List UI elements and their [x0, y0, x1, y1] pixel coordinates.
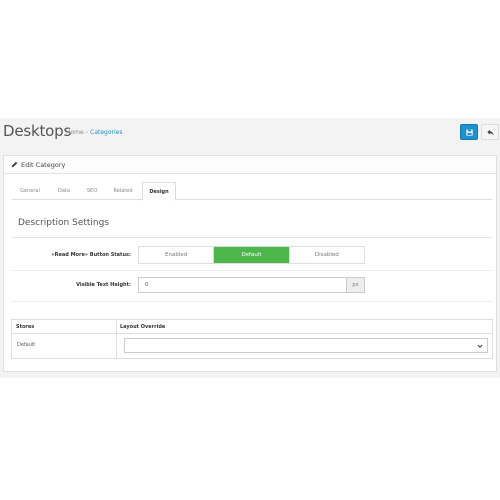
tab-related[interactable]: Related [104, 182, 142, 200]
pencil-icon [11, 161, 18, 168]
chevron-down-icon [477, 344, 483, 348]
row-divider [12, 270, 492, 271]
breadcrumb: Home › Categories [66, 129, 122, 136]
read-more-enabled-button[interactable]: Enabled [139, 247, 215, 263]
tab-bar: General Data SEO Related Design [12, 182, 492, 201]
store-cell: Default [17, 342, 36, 348]
back-button[interactable] [481, 124, 499, 140]
section-legend: Description Settings [18, 218, 110, 228]
px-addon: px [347, 277, 365, 293]
page-header: Desktops Home › Categories [0, 118, 500, 148]
reply-icon [486, 129, 494, 135]
read-more-disabled-button[interactable]: Disabled [289, 247, 364, 263]
read-more-toggle-group: Enabled Default Disabled [138, 246, 365, 264]
page-container: Desktops Home › Categories Edit Category G… [0, 118, 500, 378]
save-button[interactable] [460, 124, 478, 140]
page-title: Desktops [3, 122, 72, 140]
breadcrumb-separator: › [85, 129, 89, 136]
save-icon [465, 128, 473, 136]
edit-category-panel: Edit Category General Data SEO Related D… [3, 155, 497, 372]
table-header-layout-override: Layout Override [120, 323, 166, 330]
breadcrumb-home[interactable]: Home [66, 129, 84, 136]
legend-divider [12, 237, 492, 238]
panel-heading: Edit Category [4, 156, 496, 174]
visible-height-label: Visible Text Height: [76, 282, 131, 288]
layout-select[interactable] [124, 338, 488, 353]
table-header-divider [12, 333, 492, 334]
visible-height-input[interactable] [138, 277, 347, 293]
breadcrumb-categories[interactable]: Categories [90, 129, 122, 136]
tab-seo[interactable]: SEO [80, 182, 104, 200]
layout-table: Stores Layout Override Default [11, 319, 493, 359]
visible-height-group: px [138, 277, 365, 293]
read-more-label: «Read More» Button Status: [51, 252, 131, 258]
tab-general[interactable]: General [12, 182, 48, 200]
row-divider [12, 301, 492, 302]
tab-design[interactable]: Design [142, 182, 176, 201]
table-column-divider [116, 320, 117, 358]
read-more-default-button[interactable]: Default [214, 247, 290, 263]
tab-data[interactable]: Data [48, 182, 80, 200]
panel-title: Edit Category [21, 161, 66, 169]
table-header-stores: Stores [16, 323, 35, 330]
